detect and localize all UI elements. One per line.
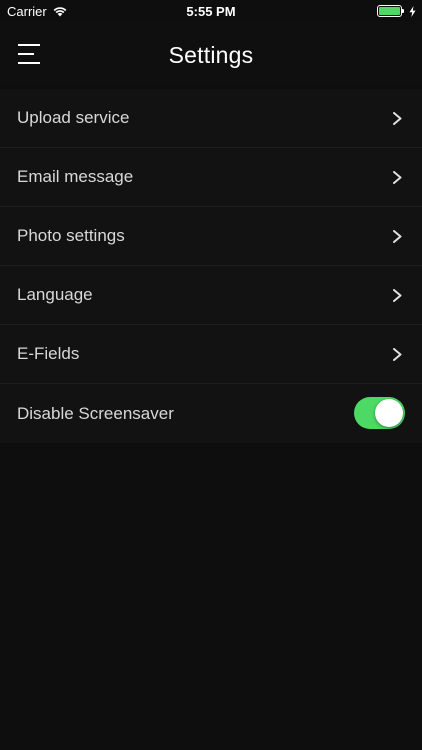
settings-item-email-message[interactable]: Email message [0,148,422,207]
settings-item-e-fields[interactable]: E-Fields [0,325,422,384]
page-title: Settings [168,42,254,68]
settings-item-label: Photo settings [17,226,125,245]
status-bar: Carrier 5:55 PM [0,0,422,22]
wifi-icon [53,6,67,16]
carrier-label: Carrier [7,3,47,19]
chevron-right-icon [393,112,402,125]
battery-icon [377,5,404,17]
disable-screensaver-toggle[interactable] [354,397,405,429]
chevron-right-icon [393,289,402,302]
settings-item-label: Language [17,285,93,304]
charging-bolt-icon [409,5,416,17]
status-left: Carrier [7,4,67,19]
settings-item-label: Upload service [17,108,130,127]
settings-item-language[interactable]: Language [0,266,422,325]
chevron-right-icon [393,348,402,361]
navigation-bar: Settings [0,22,422,86]
settings-item-photo-settings[interactable]: Photo settings [0,207,422,266]
status-right [377,5,416,17]
settings-item-label: Disable Screensaver [17,403,174,423]
chevron-right-icon [393,171,402,184]
settings-item-label: Email message [17,167,134,186]
settings-list: Upload service Email message Photo setti… [0,89,422,443]
settings-screen: Carrier 5:55 PM Settings Upload service … [0,0,422,750]
settings-item-label: E-Fields [17,344,80,363]
settings-item-disable-screensaver: Disable Screensaver [0,384,422,443]
battery-fill [379,7,400,15]
toggle-knob [375,399,403,427]
settings-item-upload-service[interactable]: Upload service [0,89,422,148]
chevron-right-icon [393,230,402,243]
